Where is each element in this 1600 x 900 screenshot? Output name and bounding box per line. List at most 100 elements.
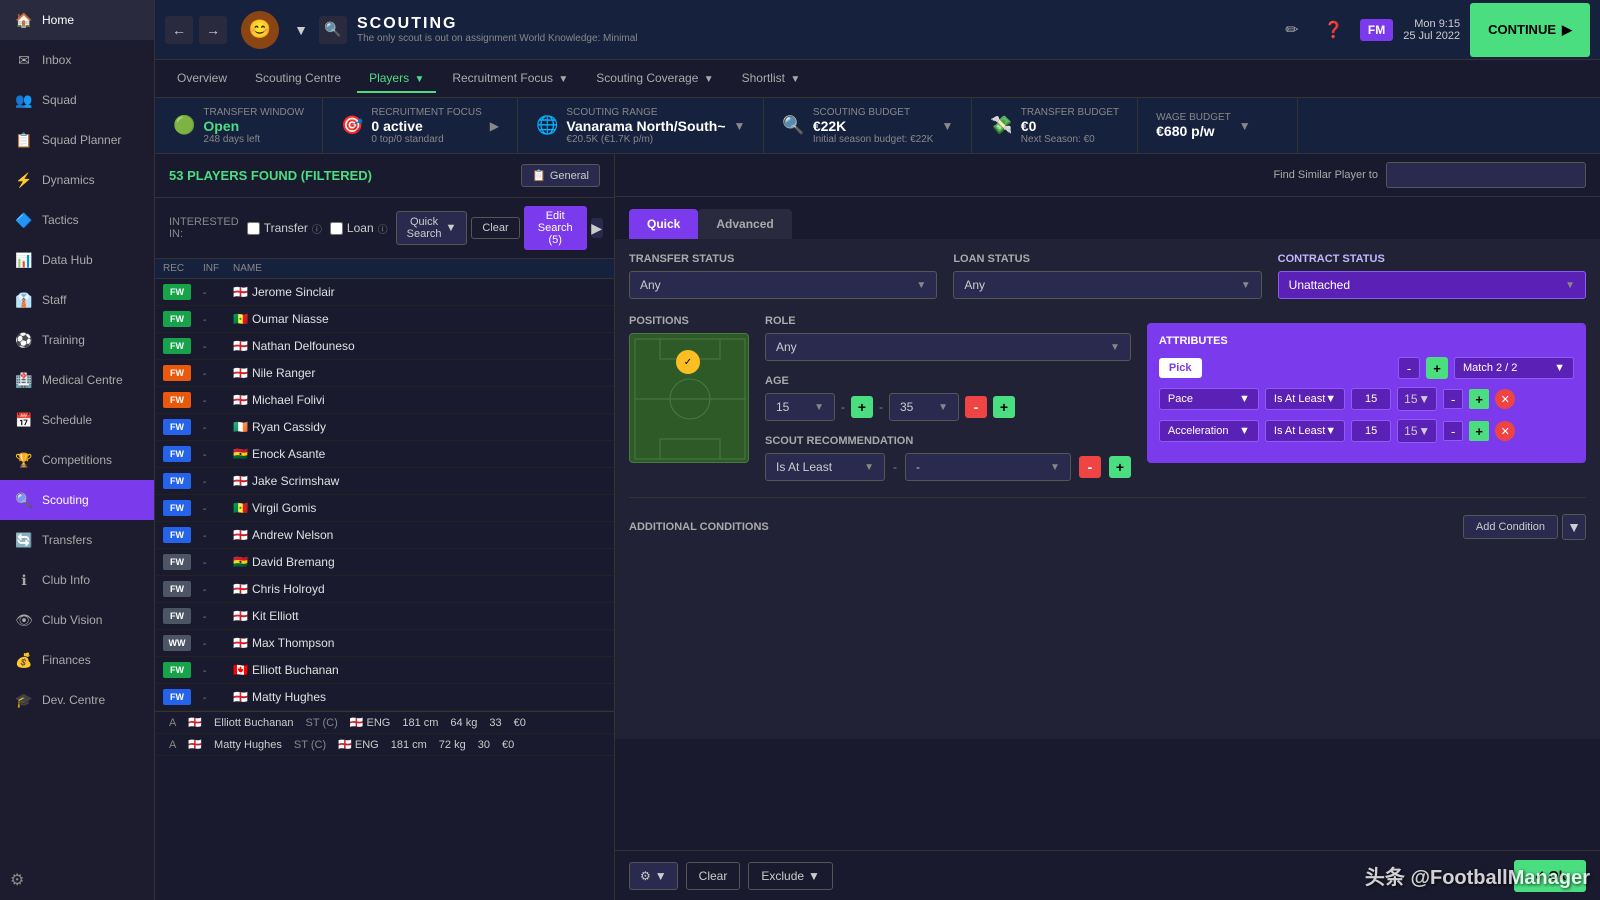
clear-button[interactable]: Clear	[471, 217, 519, 239]
positions-field[interactable]: ✓	[629, 333, 749, 463]
subnav-scouting-centre[interactable]: Scouting Centre	[243, 65, 353, 93]
transfer-checkbox[interactable]	[247, 222, 260, 235]
list-item[interactable]: FW - 🏴󠁧󠁢󠁥󠁮󠁧󠁿 Jake Scrimshaw	[155, 468, 614, 495]
list-item[interactable]: FW - 🏴󠁧󠁢󠁥󠁮󠁧󠁿 Andrew Nelson	[155, 522, 614, 549]
sidebar-item-finances[interactable]: 💰 Finances	[0, 640, 154, 680]
sidebar-item-inbox[interactable]: ✉ Inbox	[0, 40, 154, 80]
edit-search-button[interactable]: Edit Search (5)	[524, 206, 587, 250]
list-item[interactable]: FW - 🇮🇪 Ryan Cassidy	[155, 414, 614, 441]
subnav-players[interactable]: Players ▼	[357, 65, 436, 93]
add-condition-dropdown-button[interactable]: ▼	[1562, 514, 1586, 540]
avatar-dropdown-button[interactable]: ▼	[293, 16, 309, 44]
list-item[interactable]: FW - 🏴󠁧󠁢󠁥󠁮󠁧󠁿 Chris Holroyd	[155, 576, 614, 603]
loan-checkbox[interactable]	[330, 222, 343, 235]
position-marker-st[interactable]: ✓	[676, 350, 700, 374]
attr-pace-dropdown[interactable]: Pace ▼	[1159, 388, 1259, 410]
list-item[interactable]: FW - 🇸🇳 Oumar Niasse	[155, 306, 614, 333]
list-item[interactable]: FW - 🏴󠁧󠁢󠁥󠁮󠁧󠁿 Nathan Delfouneso	[155, 333, 614, 360]
tab-advanced[interactable]: Advanced	[698, 209, 791, 239]
contract-status-dropdown[interactable]: Unattached ▼	[1278, 271, 1586, 299]
role-dropdown[interactable]: Any ▼	[765, 333, 1131, 361]
list-item[interactable]: FW - 🏴󠁧󠁢󠁥󠁮󠁧󠁿 Kit Elliott	[155, 603, 614, 630]
attr-pace-plus-button[interactable]: +	[1469, 389, 1489, 409]
age-max-dropdown[interactable]: 35 ▼	[889, 393, 959, 421]
scouting-budget-expand-icon[interactable]: ▼	[941, 119, 953, 133]
attr-acceleration-condition-dropdown[interactable]: Is At Least ▼	[1265, 420, 1345, 442]
recruitment-expand-icon[interactable]: ▶	[490, 119, 499, 133]
continue-button[interactable]: CONTINUE ▶	[1470, 3, 1590, 57]
wage-budget-expand-icon[interactable]: ▼	[1239, 119, 1251, 133]
age-min-plus-button[interactable]: +	[851, 396, 873, 418]
attr-pace-minus-button[interactable]: -	[1443, 389, 1463, 409]
attr-pace-condition-dropdown[interactable]: Is At Least ▼	[1265, 388, 1345, 410]
loan-status-dropdown[interactable]: Any ▼	[953, 271, 1261, 299]
scout-rec-minus-button[interactable]: -	[1079, 456, 1101, 478]
data-row[interactable]: A 🏴󠁧󠁢󠁥󠁮󠁧󠁿 Matty Hughes ST (C) 🏴󠁧󠁢󠁥󠁮󠁧󠁿 EN…	[155, 734, 614, 756]
attr-acceleration-plus-button[interactable]: +	[1469, 421, 1489, 441]
sidebar-item-staff[interactable]: 👔 Staff	[0, 280, 154, 320]
age-max-minus-button[interactable]: -	[965, 396, 987, 418]
search-button[interactable]: 🔍	[319, 16, 347, 44]
age-max-plus-button[interactable]: +	[993, 396, 1015, 418]
attr-match-display[interactable]: Match 2 / 2 ▼	[1454, 357, 1574, 379]
attr-acceleration-remove-button[interactable]: ✕	[1495, 421, 1515, 441]
scout-rec-plus-button[interactable]: +	[1109, 456, 1131, 478]
sidebar-item-schedule[interactable]: 📅 Schedule	[0, 400, 154, 440]
tab-quick[interactable]: Quick	[629, 209, 698, 239]
attr-pace-value-input[interactable]	[1351, 388, 1391, 410]
scouting-range-expand-icon[interactable]: ▼	[734, 119, 746, 133]
find-similar-input[interactable]	[1386, 162, 1586, 188]
back-button[interactable]: ←	[165, 16, 193, 44]
sidebar-item-dev-centre[interactable]: 🎓 Dev. Centre	[0, 680, 154, 720]
sidebar-item-transfers[interactable]: 🔄 Transfers	[0, 520, 154, 560]
list-item[interactable]: FW - 🏴󠁧󠁢󠁥󠁮󠁧󠁿 Matty Hughes	[155, 684, 614, 711]
attr-acceleration-dropdown[interactable]: Acceleration ▼	[1159, 420, 1259, 442]
list-item[interactable]: FW - 🇬🇭 Enock Asante	[155, 441, 614, 468]
attr-acceleration-minus-button[interactable]: -	[1443, 421, 1463, 441]
exclude-button[interactable]: Exclude ▼	[748, 862, 833, 890]
age-min-dropdown[interactable]: 15 ▼	[765, 393, 835, 421]
subnav-shortlist[interactable]: Shortlist ▼	[730, 65, 813, 93]
help-button[interactable]: ❓	[1318, 14, 1350, 46]
list-item[interactable]: FW - 🇬🇭 David Bremang	[155, 549, 614, 576]
data-row[interactable]: A 🏴󠁧󠁢󠁥󠁮󠁧󠁿 Elliott Buchanan ST (C) 🏴󠁧󠁢󠁥󠁮󠁧…	[155, 712, 614, 734]
general-button[interactable]: 📋 General	[521, 164, 600, 187]
attr-pick-button[interactable]: Pick	[1159, 358, 1202, 378]
attr-acceleration-value-dropdown[interactable]: 15 ▼	[1397, 419, 1437, 443]
sidebar-item-home[interactable]: 🏠 Home	[0, 0, 154, 40]
list-item[interactable]: FW - 🇸🇳 Virgil Gomis	[155, 495, 614, 522]
list-item[interactable]: FW - 🏴󠁧󠁢󠁥󠁮󠁧󠁿 Nile Ranger	[155, 360, 614, 387]
quick-search-button[interactable]: Quick Search ▼	[396, 211, 468, 245]
sidebar-item-club-info[interactable]: ℹ Club Info	[0, 560, 154, 600]
subnav-overview[interactable]: Overview	[165, 65, 239, 93]
scout-rec-value-dropdown[interactable]: - ▼	[905, 453, 1071, 481]
bottom-clear-button[interactable]: Clear	[686, 862, 741, 890]
expand-panel-button[interactable]: ▶	[591, 218, 603, 238]
pencil-button[interactable]: ✏	[1276, 14, 1308, 46]
list-item[interactable]: FW - 🏴󠁧󠁢󠁥󠁮󠁧󠁿 Jerome Sinclair	[155, 279, 614, 306]
add-condition-button[interactable]: Add Condition	[1463, 515, 1558, 539]
sidebar-item-squad-planner[interactable]: 📋 Squad Planner	[0, 120, 154, 160]
sidebar-item-medical[interactable]: 🏥 Medical Centre	[0, 360, 154, 400]
subnav-recruitment-focus[interactable]: Recruitment Focus ▼	[440, 65, 580, 93]
attr-pace-remove-button[interactable]: ✕	[1495, 389, 1515, 409]
sidebar-item-data-hub[interactable]: 📊 Data Hub	[0, 240, 154, 280]
sidebar-settings-icon[interactable]: ⚙	[10, 872, 24, 889]
subnav-scouting-coverage[interactable]: Scouting Coverage ▼	[584, 65, 725, 93]
scout-rec-condition-dropdown[interactable]: Is At Least ▼	[765, 453, 885, 481]
sidebar-item-club-vision[interactable]: 👁 Club Vision	[0, 600, 154, 640]
attr-pace-value-dropdown[interactable]: 15 ▼	[1397, 387, 1437, 411]
list-item[interactable]: WW - 🏴󠁧󠁢󠁥󠁮󠁧󠁿 Max Thompson	[155, 630, 614, 657]
sidebar-item-scouting[interactable]: 🔍 Scouting	[0, 480, 154, 520]
sidebar-item-squad[interactable]: 👥 Squad	[0, 80, 154, 120]
attr-match-minus-button[interactable]: -	[1398, 357, 1420, 379]
list-item[interactable]: FW - 🏴󠁧󠁢󠁥󠁮󠁧󠁿 Michael Folivi	[155, 387, 614, 414]
list-item[interactable]: FW - 🇨🇦 Elliott Buchanan	[155, 657, 614, 684]
settings-button[interactable]: ⚙ ▼	[629, 862, 678, 890]
sidebar-item-dynamics[interactable]: ⚡ Dynamics	[0, 160, 154, 200]
attr-match-plus-button[interactable]: +	[1426, 357, 1448, 379]
sidebar-item-tactics[interactable]: 🔷 Tactics	[0, 200, 154, 240]
sidebar-item-competitions[interactable]: 🏆 Competitions	[0, 440, 154, 480]
sidebar-item-training[interactable]: ⚽ Training	[0, 320, 154, 360]
attr-acceleration-value-input[interactable]	[1351, 420, 1391, 442]
